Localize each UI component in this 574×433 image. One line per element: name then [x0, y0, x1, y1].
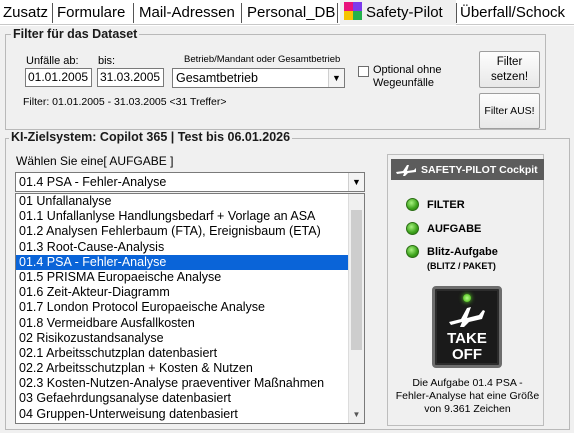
tab-personal-db[interactable]: Personal_DB — [247, 0, 335, 25]
task-list-item[interactable]: 01.7 London Protocol Europaeische Analys… — [16, 300, 349, 315]
status-blitz-sublabel: (BLITZ / PAKET) — [427, 261, 496, 271]
tab-separator — [337, 3, 338, 23]
status-filter-label: FILTER — [427, 199, 465, 211]
tab-mail-adressen[interactable]: Mail-Adressen — [139, 0, 235, 25]
tab-formulare[interactable]: Formulare — [57, 0, 125, 25]
task-list-item[interactable]: 01.2 Analysen Fehlerbaum (FTA), Ereignis… — [16, 224, 349, 239]
ki-group-title: KI-Zielsystem: Copilot 365 | Test bis 06… — [9, 130, 293, 144]
task-size-info-3: von 9.361 Zeichen — [424, 403, 511, 415]
task-list-item[interactable]: 01.1 Unfallanlyse Handlungsbedarf + Vorl… — [16, 209, 349, 224]
filter-off-button[interactable]: Filter AUS! — [479, 93, 540, 129]
task-label: Wählen Sie eine[ AUFGABE ] — [16, 154, 174, 168]
task-list-item[interactable]: 02.3 Kosten-Nutzen-Analyse praeventiver … — [16, 376, 349, 391]
chevron-down-icon[interactable]: ▼ — [348, 173, 364, 191]
takeoff-indicator-light — [463, 294, 471, 302]
task-list-item[interactable]: 01.5 PRISMA Europaeische Analyse — [16, 270, 349, 285]
status-blitz-label: Blitz-Aufgabe — [427, 246, 498, 258]
cockpit-title: SAFETY-PILOT Cockpit — [421, 163, 538, 176]
status-task-label: AUFGABE — [427, 223, 482, 235]
tab-safety-pilot-label: Safety-Pilot — [366, 4, 443, 21]
tab-ueberfall-schock[interactable]: Überfall/Schock — [460, 0, 565, 25]
tab-zusatz[interactable]: Zusatz — [3, 0, 48, 25]
task-list-item[interactable]: 02.1 Arbeitsschutzplan datenbasiert — [16, 346, 349, 361]
chevron-down-icon[interactable]: ▼ — [328, 69, 344, 87]
takeoff-line2: OFF — [452, 346, 482, 363]
task-list-item[interactable]: 01.4 PSA - Fehler-Analyse — [16, 254, 349, 270]
task-size-info-2: Fehler-Analyse hat eine Größe — [395, 390, 540, 402]
tab-separator — [52, 3, 53, 23]
task-list-item[interactable]: 01.3 Root-Cause-Analysis — [16, 240, 349, 255]
status-led-task — [406, 222, 419, 235]
company-select[interactable]: Gesamtbetrieb ▼ — [172, 68, 345, 88]
takeoff-airplane-icon — [449, 307, 485, 327]
filter-summary: Filter: 01.01.2005 - 31.03.2005 <31 Tref… — [23, 96, 227, 108]
scroll-down-icon[interactable]: ▼ — [349, 408, 364, 422]
task-list-items: 01 Unfallanalyse 01.1 Unfallanlyse Handlu… — [16, 194, 349, 422]
task-list-item[interactable]: 01.8 Vermeidbare Ausfallkosten — [16, 316, 349, 331]
task-list-item[interactable]: 03 Gefaehrdungsanalyse datenbasiert — [16, 391, 349, 406]
status-led-filter — [406, 198, 419, 211]
tab-separator — [241, 3, 242, 23]
takeoff-button[interactable]: TAKE OFF — [432, 286, 502, 368]
apply-filter-label-1: Filter — [496, 55, 523, 68]
airplane-icon — [396, 164, 416, 176]
status-led-blitz — [406, 245, 419, 258]
tab-separator — [456, 3, 457, 23]
apply-filter-label-2: setzen! — [490, 70, 529, 83]
optional-label-line2: Wegeunfälle — [373, 77, 434, 89]
optional-checkbox[interactable] — [358, 66, 369, 77]
tab-bar: Zusatz Formulare Mail-Adressen Personal_… — [0, 0, 574, 25]
task-size-info: Die Aufgabe 01.4 PSA - Fehler-Analyse ha… — [391, 377, 544, 416]
cockpit-header: SAFETY-PILOT Cockpit — [391, 159, 544, 180]
safety-pilot-logo-icon — [344, 2, 362, 20]
task-select[interactable]: 01.4 PSA - Fehler-Analyse ▼ — [15, 172, 365, 192]
company-select-value: Gesamtbetrieb — [176, 71, 258, 85]
date-from-input[interactable]: 01.01.2005 — [25, 68, 92, 87]
safety-pilot-panel: Filter für das Dataset Unfälle ab: 01.01… — [0, 26, 574, 433]
scrollbar-thumb[interactable] — [351, 210, 362, 350]
apply-filter-button[interactable]: Filter setzen! — [479, 51, 540, 88]
task-list-item[interactable]: 01 Unfallanalyse — [16, 194, 349, 209]
task-list[interactable]: 01 Unfallanalyse 01.1 Unfallanlyse Handlu… — [15, 193, 365, 424]
takeoff-line1: TAKE — [447, 330, 487, 347]
tab-separator — [133, 3, 134, 23]
task-list-item[interactable]: 02 Risikozustandsanalyse — [16, 331, 349, 346]
task-list-scrollbar[interactable]: ▼ — [348, 194, 364, 423]
task-size-info-1: Die Aufgabe 01.4 PSA - — [412, 377, 523, 389]
filter-group-title: Filter für das Dataset — [11, 27, 140, 41]
date-from-label: Unfälle ab: — [26, 55, 79, 67]
task-select-value: 01.4 PSA - Fehler-Analyse — [19, 175, 167, 189]
optional-label-line1: Optional ohne — [373, 64, 442, 76]
date-to-input[interactable]: 31.03.2005 — [97, 68, 164, 87]
date-to-label: bis: — [98, 55, 116, 67]
tab-safety-pilot[interactable]: Safety-Pilot — [340, 0, 456, 25]
task-list-item[interactable]: 04 Gruppen-Unterweisung datenbasiert — [16, 407, 349, 422]
task-list-item[interactable]: 01.6 Zeit-Akteur-Diagramm — [16, 285, 349, 300]
company-label: Betrieb/Mandant oder Gesamtbetrieb — [184, 54, 341, 65]
task-list-item[interactable]: 02.2 Arbeitsschutzplan + Kosten & Nutzen — [16, 361, 349, 376]
